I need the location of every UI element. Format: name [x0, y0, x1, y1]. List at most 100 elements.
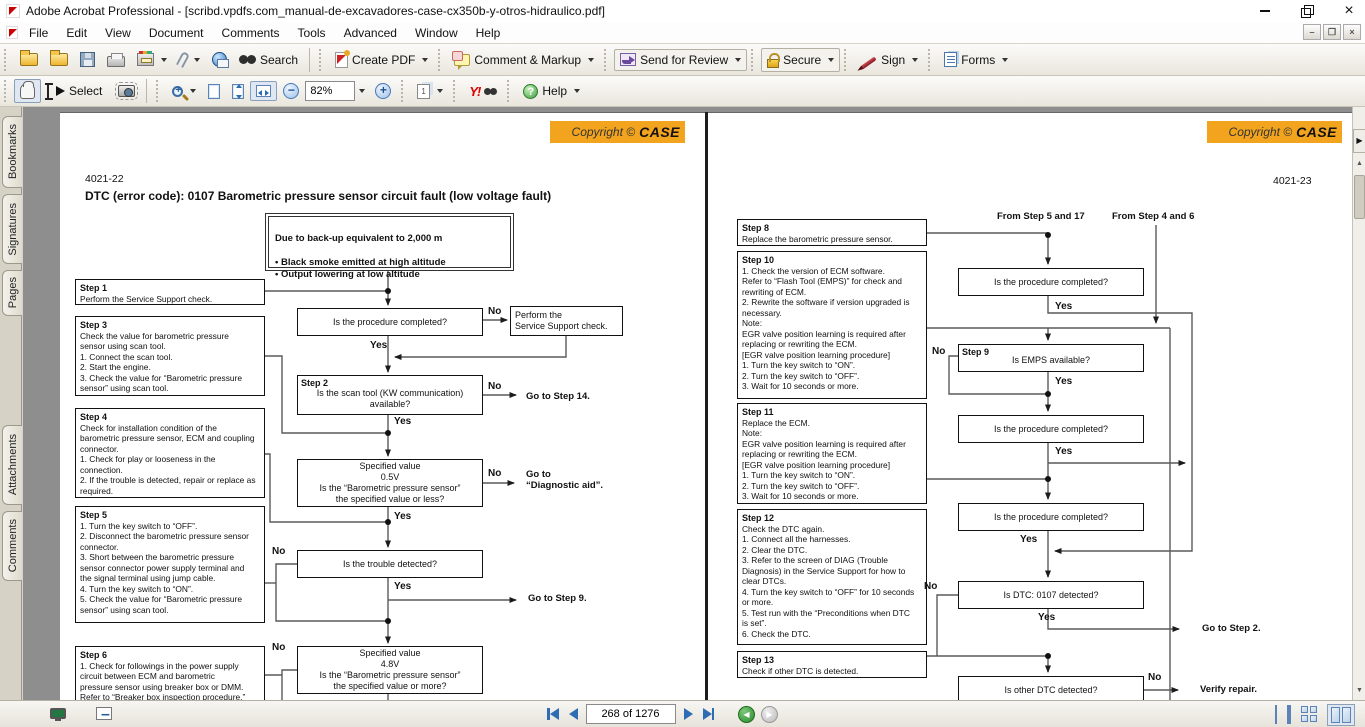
fit-width-button[interactable] — [250, 81, 277, 101]
next-view-button[interactable]: ▶ — [761, 706, 778, 723]
menu-advanced[interactable]: Advanced — [335, 24, 406, 42]
fit-height-button[interactable] — [226, 80, 250, 103]
last-page-button[interactable] — [701, 706, 717, 722]
previous-view-button[interactable]: ◀ — [738, 706, 755, 723]
flow-procedure-completed-text: Is the procedure completed? — [994, 512, 1108, 523]
tab-attachments[interactable]: Attachments — [2, 425, 22, 505]
toolbar-grip[interactable] — [604, 49, 609, 71]
create-pdf-button[interactable]: Create PDF — [329, 48, 434, 72]
zoom-tool-button[interactable] — [166, 82, 202, 101]
flow-procedure-completed-text: Is the procedure completed? — [333, 317, 447, 328]
zoom-in-button[interactable]: + — [369, 79, 397, 103]
page-indicator-input[interactable] — [586, 704, 676, 724]
sign-button[interactable]: Sign — [854, 49, 924, 71]
workspace: Bookmarks Signatures Pages Attachments C… — [0, 107, 1365, 700]
cause-box: Due to back-up equivalent to 2,000 m • B… — [265, 213, 514, 271]
binoculars-icon — [239, 54, 256, 65]
help-button[interactable]: Help — [517, 80, 586, 103]
flow-step-9-question: Is EMPS available? — [1012, 355, 1090, 366]
toolbar-grip[interactable] — [319, 49, 324, 71]
toolbar-grip[interactable] — [453, 80, 458, 102]
tab-comments[interactable]: Comments — [2, 511, 22, 581]
toolbar-grip[interactable] — [156, 80, 161, 102]
print-button[interactable] — [101, 48, 131, 71]
restore-button[interactable] — [1299, 3, 1315, 19]
search-button[interactable]: Search — [233, 49, 304, 71]
toolbar-collapse-icon[interactable] — [96, 707, 112, 720]
tab-bookmarks[interactable]: Bookmarks — [2, 116, 22, 188]
doc-close-button[interactable]: × — [1343, 24, 1361, 40]
vertical-scrollbar[interactable]: ▶ ▲ ▼ — [1352, 107, 1365, 700]
close-button[interactable]: × — [1341, 3, 1357, 19]
toolbar-grip[interactable] — [4, 49, 9, 71]
step-8-body: Replace the barometric pressure sensor. — [742, 234, 922, 245]
email-globe-icon — [212, 52, 227, 67]
menu-file[interactable]: File — [20, 24, 57, 42]
continuous-facing-layout-button[interactable] — [1301, 706, 1317, 724]
panel-expand-arrow[interactable]: ▶ — [1353, 129, 1365, 153]
tab-pages[interactable]: Pages — [2, 270, 22, 316]
secure-button[interactable]: Secure — [761, 48, 840, 72]
menu-tools[interactable]: Tools — [289, 24, 335, 42]
minimize-button[interactable] — [1257, 3, 1273, 19]
flow-specified-value-48-text: Specified value 4.8V Is the “Barometric … — [319, 648, 460, 692]
zoom-level-input[interactable] — [305, 81, 355, 101]
email-button[interactable] — [206, 48, 233, 71]
forms-icon — [944, 52, 957, 67]
facing-layout-button[interactable] — [1327, 704, 1355, 726]
select-tool-button[interactable]: Select — [41, 80, 108, 103]
scroll-up-button[interactable]: ▲ — [1353, 157, 1365, 171]
zoom-out-button[interactable]: − — [277, 79, 305, 103]
toolbar-grip[interactable] — [438, 49, 443, 71]
organizer-button[interactable] — [131, 49, 173, 70]
continuous-layout-button[interactable] — [1287, 706, 1291, 724]
first-page-button[interactable] — [545, 706, 561, 722]
flow-trouble-detected-box: Is the trouble detected? — [297, 550, 483, 578]
minus-circle-icon: − — [283, 83, 299, 99]
open-web-button[interactable] — [44, 49, 74, 70]
save-button[interactable] — [74, 48, 101, 71]
toolbar-grip[interactable] — [4, 80, 9, 102]
menu-edit[interactable]: Edit — [57, 24, 96, 42]
menu-view[interactable]: View — [96, 24, 140, 42]
step-13-title: Step 13 — [742, 655, 922, 666]
send-review-button[interactable]: Send for Review — [614, 49, 747, 71]
forms-button[interactable]: Forms — [938, 48, 1014, 71]
menu-document[interactable]: Document — [140, 24, 213, 42]
toolbar-grip[interactable] — [507, 80, 512, 102]
menu-comments[interactable]: Comments — [213, 24, 289, 42]
single-page-layout-button[interactable] — [1275, 706, 1277, 724]
bookmarks-tab-label: Bookmarks — [7, 124, 19, 179]
toolbar-grip[interactable] — [751, 49, 756, 71]
comment-markup-button[interactable]: Comment & Markup — [448, 49, 600, 71]
screen-mode-icon[interactable] — [50, 708, 66, 719]
goto-step-9-label: Go to Step 9. — [528, 593, 587, 604]
toolbar-grip[interactable] — [844, 49, 849, 71]
scroll-down-button[interactable]: ▼ — [1353, 684, 1365, 698]
yahoo-search-button[interactable]: Y! — [463, 80, 503, 103]
document-canvas[interactable]: Copyright © CASE 4021-22 DTC (error code… — [23, 107, 1352, 700]
doc-minimize-button[interactable]: – — [1303, 24, 1321, 40]
next-page-button[interactable] — [682, 706, 695, 722]
previous-page-button[interactable] — [567, 706, 580, 722]
menu-help[interactable]: Help — [467, 24, 510, 42]
step-6-title: Step 6 — [80, 650, 260, 661]
scrollbar-thumb[interactable] — [1354, 175, 1365, 219]
zoom-dropdown-arrow-icon[interactable] — [359, 89, 365, 93]
toolbar-grip[interactable] — [401, 80, 406, 102]
step-12-box: Step 12 Check the DTC again. 1. Connect … — [737, 509, 927, 645]
tab-signatures[interactable]: Signatures — [2, 194, 22, 264]
attach-button[interactable] — [173, 48, 206, 71]
menu-window[interactable]: Window — [406, 24, 467, 42]
copyright-badge: Copyright © CASE — [1207, 121, 1342, 143]
hand-tool-button[interactable] — [14, 79, 41, 103]
snapshot-button[interactable] — [112, 81, 141, 101]
fit-page-button[interactable] — [202, 80, 226, 103]
toolbar-grip[interactable] — [928, 49, 933, 71]
open-button[interactable] — [14, 49, 44, 70]
step-4-body: Check for installation condition of the … — [80, 423, 260, 497]
window-title: Adobe Acrobat Professional - [scribd.vpd… — [26, 4, 605, 18]
page-display-button[interactable] — [411, 80, 449, 103]
yahoo-binoculars-icon — [484, 87, 497, 96]
doc-restore-button[interactable]: ❐ — [1323, 24, 1341, 40]
